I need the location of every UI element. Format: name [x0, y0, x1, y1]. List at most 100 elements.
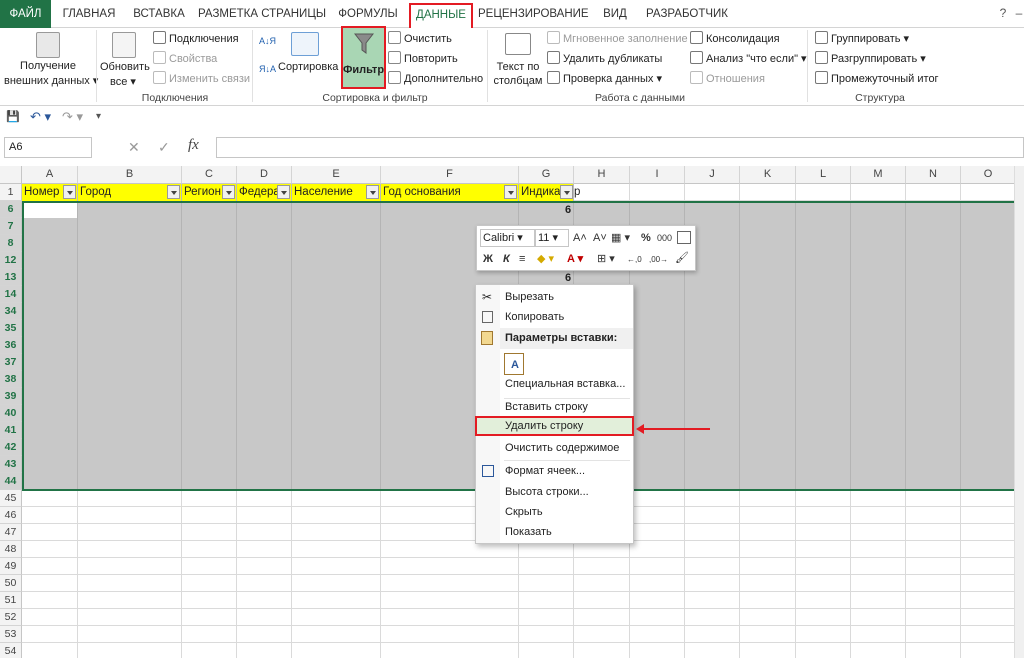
header-cell-b1[interactable]: Город	[78, 184, 182, 201]
grow-font-icon[interactable]: A˄	[573, 230, 587, 246]
font-size-select[interactable]: 11 ▾	[535, 229, 569, 247]
menu-item-copy[interactable]: Копировать	[476, 307, 633, 327]
row-header[interactable]: 6	[0, 201, 22, 218]
column-header[interactable]: L	[796, 166, 851, 184]
column-header[interactable]: H	[574, 166, 630, 184]
help-icon[interactable]: ?	[996, 6, 1010, 20]
save-icon[interactable]: 💾	[6, 110, 20, 123]
tab-developer[interactable]: РАЗРАБОТЧИК	[643, 0, 731, 28]
filter-dropdown-icon[interactable]	[222, 185, 235, 199]
flash-fill-button[interactable]: Мгновенное заполнение	[547, 31, 688, 45]
row-header[interactable]: 50	[0, 575, 22, 592]
tab-formulas[interactable]: ФОРМУЛЫ	[333, 0, 403, 28]
format-painter-icon[interactable]: 🖌	[675, 250, 689, 266]
filter-dropdown-icon[interactable]	[167, 185, 180, 199]
number-format-icon[interactable]: ▦ ▾	[611, 230, 630, 246]
shrink-font-icon[interactable]: A˅	[593, 230, 607, 246]
row-header[interactable]: 54	[0, 643, 22, 658]
advanced-filter-button[interactable]: Дополнительно	[388, 71, 483, 85]
filter-button[interactable]: Фильтр	[341, 26, 386, 89]
header-cell-g1[interactable]: Индика	[519, 184, 574, 201]
filter-dropdown-icon[interactable]	[504, 185, 517, 199]
row-header[interactable]: 38	[0, 371, 22, 388]
row-header[interactable]: 51	[0, 592, 22, 609]
column-header[interactable]: N	[906, 166, 961, 184]
relationships-button[interactable]: Отношения	[690, 71, 765, 85]
row-header[interactable]: 43	[0, 456, 22, 473]
column-header[interactable]: B	[78, 166, 182, 184]
increase-decimal-icon[interactable]: ←,0	[627, 252, 642, 268]
paste-values-icon[interactable]: A	[504, 353, 524, 375]
menu-item-hide[interactable]: Скрыть	[476, 502, 633, 522]
thousands-separator-icon[interactable]: 000	[657, 230, 672, 246]
select-all-corner[interactable]	[0, 166, 22, 184]
tab-view[interactable]: ВИД	[594, 0, 636, 28]
column-header[interactable]: D	[237, 166, 292, 184]
column-header[interactable]: J	[685, 166, 740, 184]
menu-item-insert-row[interactable]: Вставить строку	[476, 397, 633, 417]
connections-button[interactable]: Подключения	[153, 31, 239, 45]
ungroup-button[interactable]: Разгруппировать ▾	[815, 51, 926, 65]
active-cell-a6[interactable]	[24, 203, 78, 218]
row-header[interactable]: 48	[0, 541, 22, 558]
header-cell-e1[interactable]: Население	[292, 184, 381, 201]
row-header[interactable]: 1	[0, 184, 22, 201]
column-header[interactable]: A	[22, 166, 78, 184]
header-cell-a1[interactable]: Номер	[22, 184, 78, 201]
row-header[interactable]: 45	[0, 490, 22, 507]
font-color-icon[interactable]: A ▾	[567, 251, 583, 267]
get-external-data-button[interactable]: Получение	[20, 60, 76, 72]
edit-links-button[interactable]: Изменить связи	[153, 71, 250, 85]
row-header[interactable]: 40	[0, 405, 22, 422]
remove-duplicates-button[interactable]: Удалить дубликаты	[547, 51, 662, 65]
row-header[interactable]: 7	[0, 218, 22, 235]
fill-color-icon[interactable]: ◆ ▾	[537, 251, 554, 267]
column-header[interactable]: G	[519, 166, 574, 184]
row-header[interactable]: 52	[0, 609, 22, 626]
refresh-all-button[interactable]: Обновить	[100, 61, 150, 73]
row-header[interactable]: 41	[0, 422, 22, 439]
cell-g6[interactable]: 6	[565, 204, 571, 216]
row-header[interactable]: 8	[0, 235, 22, 252]
tab-insert[interactable]: ВСТАВКА	[128, 0, 190, 28]
tab-file[interactable]: ФАЙЛ	[0, 0, 51, 28]
center-align-icon[interactable]: ≡	[519, 251, 525, 267]
header-cell-c1[interactable]: Регион	[182, 184, 237, 201]
sort-za-button[interactable]: Я↓А	[259, 64, 276, 74]
menu-item-unhide[interactable]: Показать	[476, 522, 633, 542]
filter-applied-icon[interactable]	[560, 185, 573, 199]
percent-icon[interactable]: %	[641, 230, 651, 246]
reapply-button[interactable]: Повторить	[388, 51, 458, 65]
column-header[interactable]: K	[740, 166, 796, 184]
borders-icon[interactable]: ⊞ ▾	[597, 251, 615, 267]
filter-dropdown-icon[interactable]	[277, 185, 290, 199]
row-header[interactable]: 13	[0, 269, 22, 286]
tab-review[interactable]: РЕЦЕНЗИРОВАНИЕ	[478, 0, 589, 28]
menu-item-format-cells[interactable]: Формат ячеек...	[476, 461, 633, 481]
clear-filter-button[interactable]: Очистить	[388, 31, 452, 45]
row-header[interactable]: 34	[0, 303, 22, 320]
menu-item-delete-row[interactable]: Удалить строку	[475, 416, 634, 436]
sort-az-button[interactable]: А↓Я	[259, 36, 276, 46]
bold-icon[interactable]: Ж	[483, 251, 493, 267]
tab-data[interactable]: ДАННЫЕ	[409, 3, 473, 28]
row-header[interactable]: 53	[0, 626, 22, 643]
filter-dropdown-icon[interactable]	[63, 185, 76, 199]
column-header[interactable]: F	[381, 166, 519, 184]
cancel-icon[interactable]: ✕	[128, 139, 140, 156]
redo-icon[interactable]: ↷ ▾	[62, 109, 83, 125]
name-box[interactable]: A6	[4, 137, 92, 158]
row-header[interactable]: 47	[0, 524, 22, 541]
font-name-select[interactable]: Calibri ▾	[480, 229, 535, 247]
undo-icon[interactable]: ↶ ▾	[30, 109, 51, 125]
minimize-icon[interactable]: –	[1012, 6, 1024, 20]
data-validation-button[interactable]: Проверка данных ▾	[547, 71, 662, 85]
menu-item-cut[interactable]: ✂ Вырезать	[476, 287, 633, 307]
row-header[interactable]: 46	[0, 507, 22, 524]
italic-icon[interactable]: К	[503, 251, 510, 267]
vertical-scrollbar[interactable]	[1014, 166, 1024, 658]
row-header[interactable]: 49	[0, 558, 22, 575]
row-header[interactable]: 35	[0, 320, 22, 337]
cell-g13[interactable]: 6	[565, 272, 571, 284]
column-header[interactable]: O	[961, 166, 1016, 184]
